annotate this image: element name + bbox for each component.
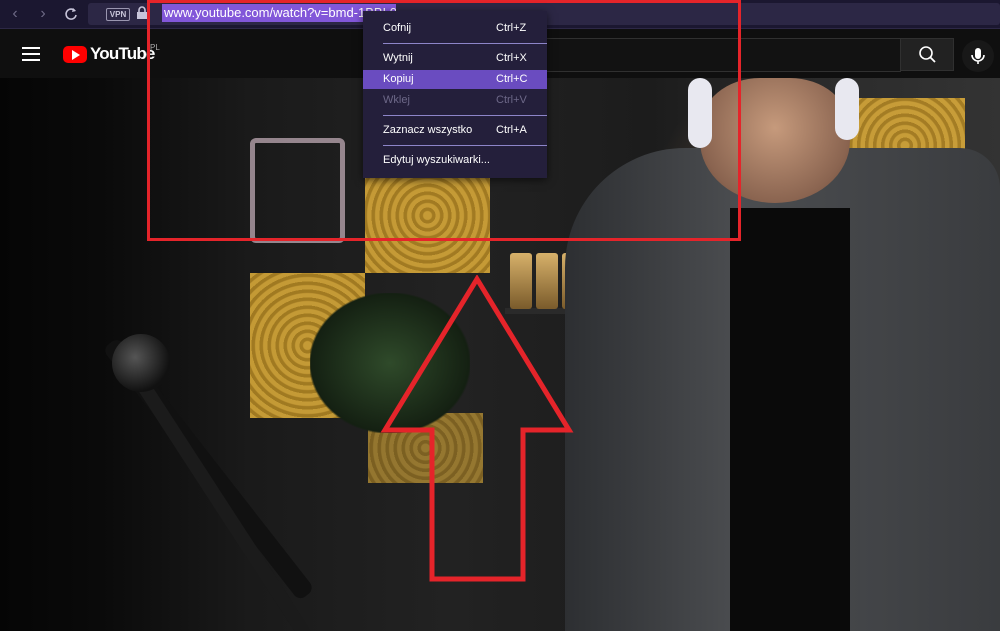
menu-item-paste[interactable]: Wklej Ctrl+V: [363, 91, 547, 110]
mic-arm-knob: [112, 334, 170, 392]
menu-item-copy[interactable]: Kopiuj Ctrl+C: [363, 70, 547, 89]
menu-item-shortcut: Ctrl+C: [496, 73, 528, 85]
menu-icon[interactable]: [22, 47, 40, 61]
menu-item-cut[interactable]: Wytnij Ctrl+X: [363, 49, 547, 68]
annotation-arrow-icon: [380, 275, 574, 582]
menu-item-label: Zaznacz wszystko: [383, 124, 473, 136]
context-menu: Cofnij Ctrl+Z Wytnij Ctrl+X Kopiuj Ctrl+…: [363, 11, 547, 178]
search-button[interactable]: [900, 38, 954, 71]
menu-item-label: Wytnij: [383, 52, 413, 64]
menu-item-label: Kopiuj: [383, 73, 414, 85]
forward-icon[interactable]: ›: [33, 4, 53, 24]
menu-separator: [383, 115, 547, 116]
youtube-play-icon: [63, 46, 87, 63]
menu-item-label: Edytuj wyszukiwarki...: [383, 154, 490, 166]
menu-separator: [383, 145, 547, 146]
menu-item-label: Cofnij: [383, 22, 412, 34]
menu-item-shortcut: Ctrl+X: [496, 52, 527, 64]
menu-item-label: Wklej: [383, 94, 410, 106]
headset: [835, 78, 859, 140]
menu-item-edit-search-engines[interactable]: Edytuj wyszukiwarki...: [363, 151, 547, 170]
back-icon[interactable]: ‹: [5, 4, 25, 24]
youtube-logo[interactable]: YouTube: [63, 44, 155, 64]
search-icon: [919, 46, 936, 63]
menu-item-shortcut: Ctrl+V: [496, 94, 527, 106]
person-shirt: [730, 208, 850, 631]
reload-icon[interactable]: [61, 4, 81, 24]
menu-separator: [383, 43, 547, 44]
menu-item-shortcut: Ctrl+Z: [496, 22, 527, 34]
menu-item-shortcut: Ctrl+A: [496, 124, 527, 136]
menu-item-undo[interactable]: Cofnij Ctrl+Z: [363, 19, 547, 38]
voice-search-button[interactable]: [962, 40, 994, 72]
vpn-badge[interactable]: VPN: [106, 8, 130, 21]
youtube-logo-text: YouTube: [90, 44, 155, 63]
microphone-icon: [971, 48, 985, 64]
menu-item-select-all[interactable]: Zaznacz wszystko Ctrl+A: [363, 121, 547, 140]
